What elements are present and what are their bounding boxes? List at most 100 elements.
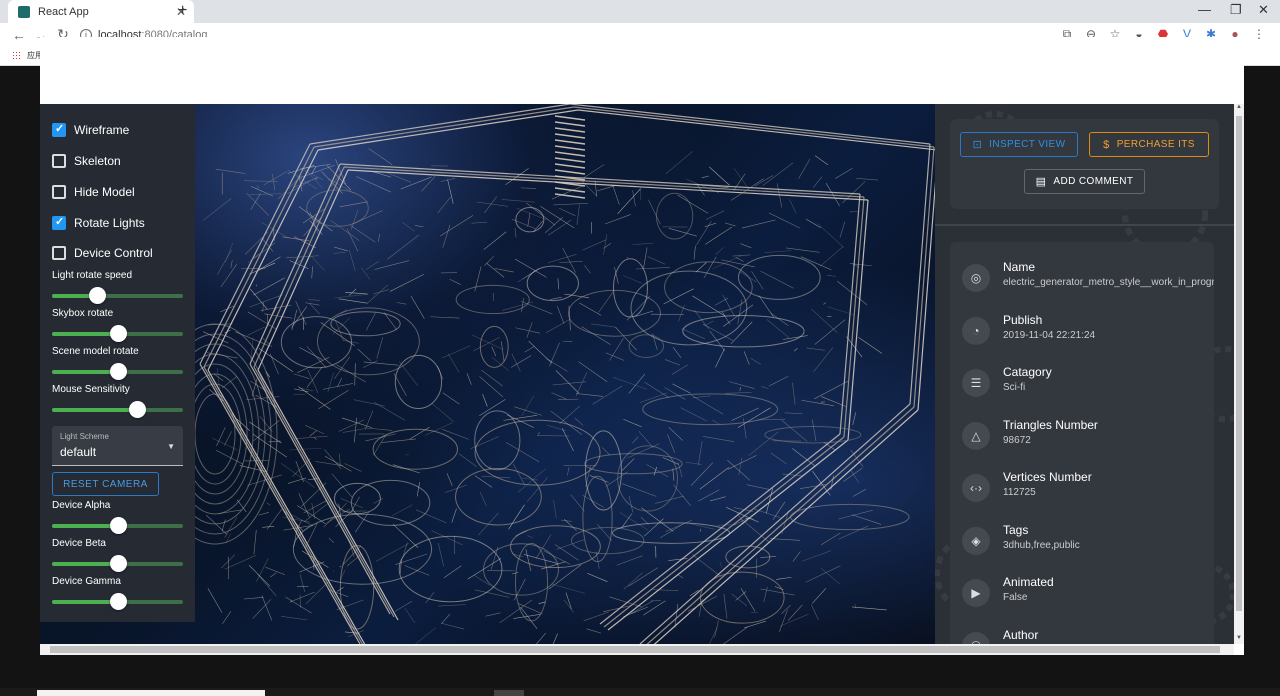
apps-grid-icon — [12, 51, 21, 60]
restore-icon[interactable]: ❐ — [1230, 2, 1242, 18]
light-scheme-value: default — [60, 445, 97, 459]
slider-fill — [52, 370, 118, 374]
checkbox-unchecked-icon[interactable] — [52, 154, 66, 168]
browser-tab[interactable]: React App ✕ — [8, 0, 194, 23]
checkbox-checked-icon[interactable] — [52, 215, 66, 230]
purchase-button[interactable]: $ PERCHASE ITS — [1089, 132, 1209, 157]
detail-value: electric_generator_metro_style__work_in_… — [1003, 277, 1214, 288]
slider-label: Light rotate speed — [52, 270, 133, 281]
scroll-up-icon[interactable]: ▲ — [1236, 104, 1242, 110]
clock-icon: ◔ — [962, 316, 990, 345]
detail-value: 3dhub,free,public — [1003, 539, 1080, 551]
slider-fill — [52, 524, 118, 528]
detail-item-tags: ◈ Tags 3dhub,free,public — [950, 514, 1214, 566]
os-taskbar — [0, 688, 1280, 696]
horizontal-scrollbar[interactable] — [40, 644, 1234, 655]
add-comment-button[interactable]: ▤ ADD COMMENT — [1024, 169, 1145, 194]
details-list: ◎ Name electric_generator_metro_style__wor… — [950, 242, 1214, 644]
slider-thumb[interactable] — [109, 517, 127, 534]
slider-fill — [52, 600, 118, 604]
reset-camera-button[interactable]: RESET CAMERA — [52, 472, 159, 496]
scroll-down-icon[interactable]: ▼ — [1236, 635, 1242, 641]
triangle-icon: △ — [962, 421, 990, 450]
slider-light-rotate-speed[interactable] — [52, 287, 183, 304]
slider-thumb[interactable] — [129, 401, 147, 418]
checkbox-label: Rotate Lights — [74, 216, 145, 230]
list-icon: ☰ — [962, 369, 990, 397]
taskbar-search[interactable] — [37, 690, 265, 696]
bookmark-item[interactable]: 应用 — [12, 50, 43, 61]
detail-title: Triangles Number — [1003, 417, 1098, 432]
slider-label: Scene model rotate — [52, 346, 139, 357]
info-panel: ⊡ INSPECT VIEW $ PERCHASE ITS ▤ ADD COMM… — [935, 104, 1234, 644]
detail-value: 98672 — [1003, 434, 1031, 446]
detail-item-triangles-number: △ Triangles Number 98672 — [950, 409, 1214, 461]
slider-thumb[interactable] — [88, 287, 106, 304]
tab-title: React App — [38, 5, 89, 18]
dollar-icon: $ — [1103, 138, 1110, 151]
slider-device-alpha[interactable] — [52, 517, 183, 534]
slider-mouse-sensitivity[interactable] — [52, 401, 183, 418]
checkbox-label: Skeleton — [74, 154, 121, 168]
slider-device-gamma[interactable] — [52, 593, 183, 610]
tab-bar: React App ✕ + — ❐ ✕ — [0, 0, 1280, 23]
taskbar-app[interactable] — [494, 690, 524, 696]
slider-fill — [52, 562, 118, 566]
add-comment-label: ADD COMMENT — [1053, 176, 1134, 187]
checkbox-rotate-lights[interactable]: Rotate Lights — [52, 215, 145, 230]
vertical-scroll-thumb[interactable] — [1236, 116, 1242, 611]
checkbox-unchecked-icon[interactable] — [52, 246, 66, 260]
dropdown-arrow-icon: ▼ — [167, 442, 175, 451]
detail-title: Vertices Number — [1003, 470, 1092, 484]
comment-icon: ▤ — [1035, 176, 1047, 188]
detail-value: 2019-11-04 22:21:24 — [1003, 329, 1096, 341]
slider-label: Device Alpha — [52, 500, 111, 511]
fingerprint-icon: ◎ — [962, 264, 990, 292]
menu-icon[interactable]: ⋮ — [1252, 27, 1266, 42]
slider-label: Device Gamma — [52, 576, 121, 587]
inspect-view-button[interactable]: ⊡ INSPECT VIEW — [960, 132, 1078, 157]
detail-title: Author — [1003, 627, 1039, 642]
slider-thumb[interactable] — [109, 555, 127, 572]
slider-thumb[interactable] — [109, 325, 127, 342]
slider-label: Device Beta — [52, 538, 106, 549]
checkbox-skeleton[interactable]: Skeleton — [52, 154, 121, 168]
slider-thumb[interactable] — [109, 593, 127, 610]
tag-icon: ◈ — [962, 526, 990, 555]
vertical-scrollbar[interactable]: ▲ ▼ — [1234, 104, 1244, 644]
detail-item-name: ◎ Name electric_generator_metro_style__wor… — [950, 251, 1214, 303]
control-panel: Light Scheme default ▼ RESET CAMERA Wire… — [40, 104, 195, 622]
light-scheme-label: Light Scheme — [60, 432, 109, 441]
minimize-icon[interactable]: — — [1198, 2, 1211, 17]
detail-title: Catagory — [1003, 365, 1052, 379]
slider-skybox-rotate[interactable] — [52, 325, 183, 342]
checkbox-hide-model[interactable]: Hide Model — [52, 185, 135, 199]
center-focus-icon: ⊡ — [972, 139, 983, 151]
detail-value: 112725 — [1003, 487, 1036, 498]
checkbox-wireframe[interactable]: Wireframe — [52, 122, 130, 137]
checkbox-device-control[interactable]: Device Control — [52, 246, 153, 260]
actions-card: ⊡ INSPECT VIEW $ PERCHASE ITS ▤ ADD COMM… — [950, 119, 1219, 209]
new-tab-icon[interactable]: + — [178, 2, 187, 20]
detail-item-publish: ◔ Publish 2019-11-04 22:21:24 — [950, 304, 1214, 356]
back-icon[interactable]: ← — [8, 27, 30, 43]
detail-title: Name — [1003, 260, 1036, 274]
checkbox-checked-icon[interactable] — [52, 122, 66, 137]
slider-device-beta[interactable] — [52, 555, 183, 572]
checkbox-unchecked-icon[interactable] — [52, 185, 66, 199]
slider-label: Skybox rotate — [52, 308, 114, 319]
checkbox-label: Wireframe — [74, 123, 130, 137]
horizontal-scroll-thumb[interactable] — [50, 646, 1220, 653]
light-scheme-select[interactable]: Light Scheme default ▼ — [52, 426, 183, 466]
purchase-label: PERCHASE ITS — [1116, 139, 1195, 150]
slider-label: Mouse Sensitivity — [52, 384, 130, 395]
slider-thumb[interactable] — [109, 363, 127, 380]
detail-value: Sci-fi — [1003, 382, 1026, 393]
checkbox-label: Device Control — [74, 246, 153, 260]
close-window-icon[interactable]: ✕ — [1258, 2, 1269, 18]
detail-item-author: ⚇ Author — [950, 619, 1214, 644]
checkbox-label: Hide Model — [74, 185, 135, 199]
slider-scene-model-rotate[interactable] — [52, 363, 183, 380]
detail-item-vertices-number: ‹·› Vertices Number 112725 — [950, 461, 1214, 513]
detail-value: False — [1003, 592, 1028, 603]
